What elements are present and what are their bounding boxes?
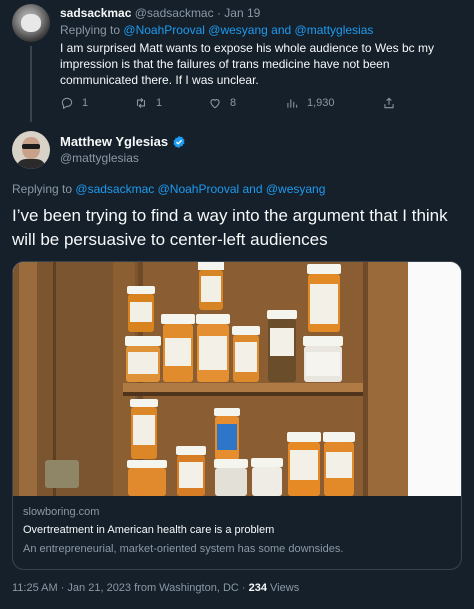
avatar[interactable] — [12, 131, 50, 169]
card-description: An entrepreneurial, market-oriented syst… — [23, 543, 344, 555]
link-card[interactable]: slowboring.com Overtreatment in American… — [12, 261, 462, 570]
views-label: Views — [270, 582, 300, 594]
reply-icon — [61, 97, 73, 110]
tweet-timestamp[interactable]: 11:25 AM · Jan 21, 2023 from Washington,… — [12, 582, 246, 594]
author-name[interactable]: sadsackmac — [60, 6, 131, 20]
retweet-count: 1 — [156, 97, 163, 109]
replying-handles[interactable]: @NoahProoval @wesyang and @mattyglesias — [123, 23, 373, 37]
card-image — [13, 262, 461, 496]
author-name-row: Matthew Yglesias — [60, 134, 186, 149]
reply-tweet[interactable]: sadsackmac @sadsackmac · Jan 19 Replying… — [0, 0, 474, 122]
medicine-cabinet-image — [13, 262, 461, 496]
replying-prefix: Replying to — [60, 23, 121, 37]
thread-connector — [30, 46, 32, 122]
card-domain: slowboring.com — [23, 506, 100, 518]
tweet-metadata: 11:25 AM · Jan 21, 2023 from Washington,… — [12, 582, 299, 594]
like-count: 8 — [230, 97, 237, 109]
share-button[interactable] — [382, 96, 396, 110]
replying-to: Replying to @NoahProoval @wesyang and @m… — [60, 23, 373, 37]
retweet-icon — [136, 97, 146, 109]
tweet-actions: 1 1 8 1,930 — [60, 96, 440, 112]
tweet-date[interactable]: Jan 19 — [224, 6, 260, 20]
author-handle[interactable]: @sadsackmac — [135, 6, 214, 20]
card-title[interactable]: Overtreatment in American health care is… — [23, 524, 274, 536]
like-icon — [210, 99, 220, 109]
tweet-text: I am surprised Matt wants to expose his … — [60, 41, 434, 87]
replying-to: Replying to @sadsackmac @NoahProoval and… — [12, 182, 325, 196]
share-icon — [384, 97, 394, 109]
author-name[interactable]: Matthew Yglesias — [60, 134, 168, 149]
views-icon — [287, 99, 298, 108]
avatar[interactable] — [12, 4, 50, 42]
replying-prefix: Replying to — [12, 182, 73, 196]
separator: · — [216, 6, 221, 20]
views-count: 234 — [248, 582, 267, 594]
verified-badge-icon — [173, 135, 185, 148]
replying-handles[interactable]: @sadsackmac @NoahProoval and @wesyang — [75, 182, 325, 196]
reply-button[interactable]: 1 — [60, 96, 88, 110]
view-count: 1,930 — [307, 97, 335, 109]
author-handle[interactable]: @mattyglesias — [60, 151, 139, 165]
like-button[interactable]: 8 — [208, 96, 236, 110]
reply-tweet-header: sadsackmac @sadsackmac · Jan 19 — [60, 6, 260, 20]
reply-count: 1 — [82, 97, 89, 109]
views-button[interactable]: 1,930 — [285, 96, 335, 110]
retweet-button[interactable]: 1 — [134, 96, 162, 110]
tweet-text: I’ve been trying to find a way into the … — [12, 206, 448, 249]
